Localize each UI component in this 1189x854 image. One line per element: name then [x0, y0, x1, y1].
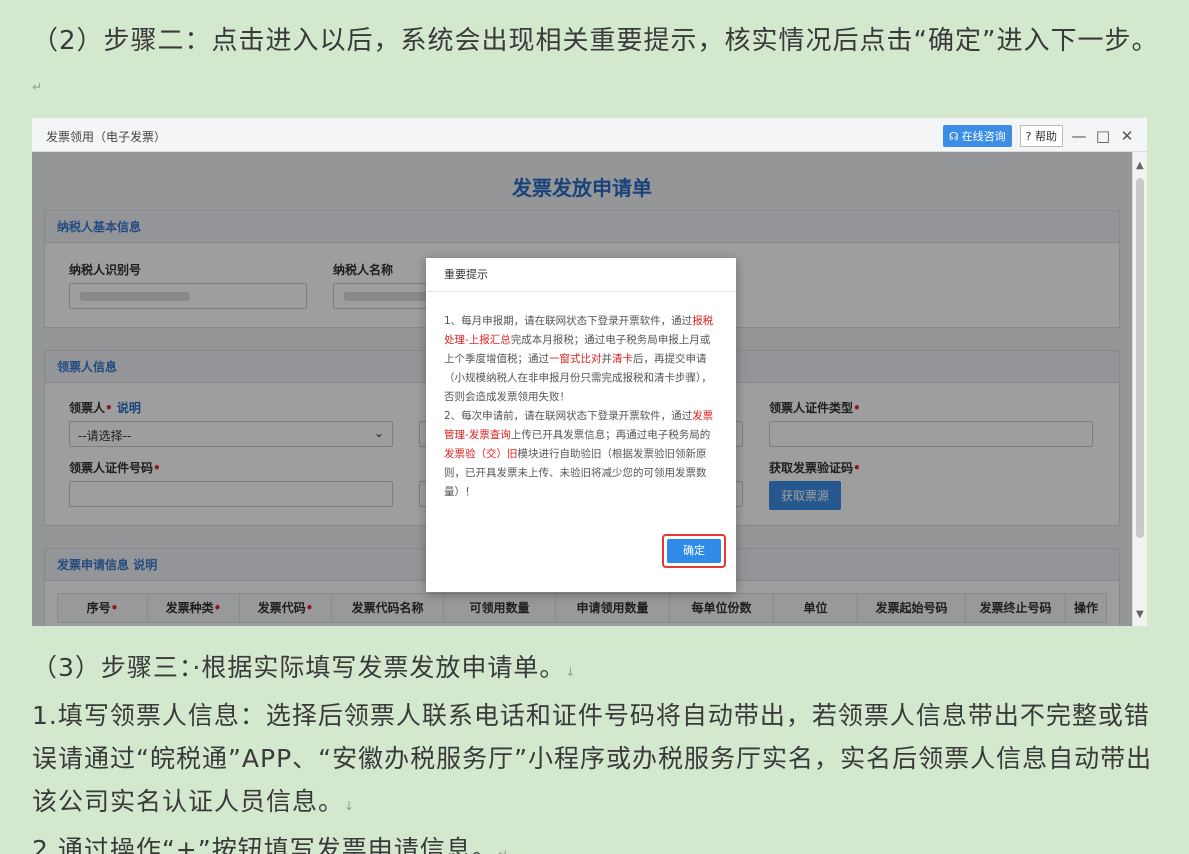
headset-icon: ☊ — [948, 129, 959, 143]
online-consult-label: 在线咨询 — [961, 130, 1006, 143]
question-icon: ? — [1025, 130, 1032, 143]
step3-line2: 1.填写领票人信息：选择后领票人联系电话和证件号码将自动带出，若领票人信息带出不… — [32, 701, 1153, 816]
step3-line3: 2.通过操作“+”按钮填写发票申请信息。↵ — [32, 835, 509, 854]
ok-button[interactable]: 确定 — [667, 539, 721, 563]
dialog-paragraph-1: 1、每月申报期，请在联网状态下登录开票软件，通过报税处理-上报汇总完成本月报税；… — [444, 315, 714, 403]
step3-paragraph: （3）步骤三：·根据实际填写发票发放申请单。↓ 1.填写领票人信息：选择后领票人… — [32, 646, 1162, 854]
app-screenshot: 发票领用（电子发票） ☊ 在线咨询 ? 帮助 — □ ✕ 发票发放申请单 纳税人… — [32, 118, 1147, 626]
titlebar-controls: ☊ 在线咨询 ? 帮助 — □ ✕ — [942, 125, 1135, 147]
step2-text: （2）步骤二：点击进入以后，系统会出现相关重要提示，核实情况后点击“确定”进入下… — [32, 26, 1159, 56]
ok-button-highlight: 确定 — [662, 534, 726, 568]
dialog-paragraph-2: 2、每次申请前，请在联网状态下登录开票软件，通过发票管理-发票查询上传已开具发票… — [444, 410, 714, 498]
paragraph-mark-icon: ↵ — [32, 80, 44, 94]
form-area: 发票发放申请单 纳税人基本信息 纳税人识别号 纳税人名称 领票人信息 领票人• … — [32, 152, 1132, 626]
window-title: 发票领用（电子发票） — [46, 130, 167, 144]
dialog-body: 1、每月申报期，请在联网状态下登录开票软件，通过报税处理-上报汇总完成本月报税；… — [426, 292, 736, 502]
vertical-scrollbar[interactable]: ▲ ▼ — [1132, 152, 1147, 626]
minimize-icon[interactable]: — — [1071, 127, 1087, 145]
step2-paragraph: （2）步骤二：点击进入以后，系统会出现相关重要提示，核实情况后点击“确定”进入下… — [32, 20, 1162, 108]
help-button[interactable]: ? 帮助 — [1019, 125, 1063, 147]
help-label: 帮助 — [1035, 130, 1057, 143]
scrollbar-thumb[interactable] — [1136, 178, 1144, 538]
important-notice-dialog: 重要提示 1、每月申报期，请在联网状态下登录开票软件，通过报税处理-上报汇总完成… — [426, 258, 736, 592]
dialog-title: 重要提示 — [426, 258, 736, 292]
scroll-up-icon[interactable]: ▲ — [1136, 160, 1144, 171]
step3-line1: （3）步骤三：·根据实际填写发票发放申请单。↓ — [32, 653, 577, 682]
online-consult-button[interactable]: ☊ 在线咨询 — [942, 125, 1012, 147]
scroll-down-icon[interactable]: ▼ — [1136, 609, 1144, 620]
close-icon[interactable]: ✕ — [1119, 127, 1135, 145]
window-titlebar: 发票领用（电子发票） ☊ 在线咨询 ? 帮助 — □ ✕ — [32, 118, 1147, 152]
maximize-icon[interactable]: □ — [1095, 127, 1111, 145]
